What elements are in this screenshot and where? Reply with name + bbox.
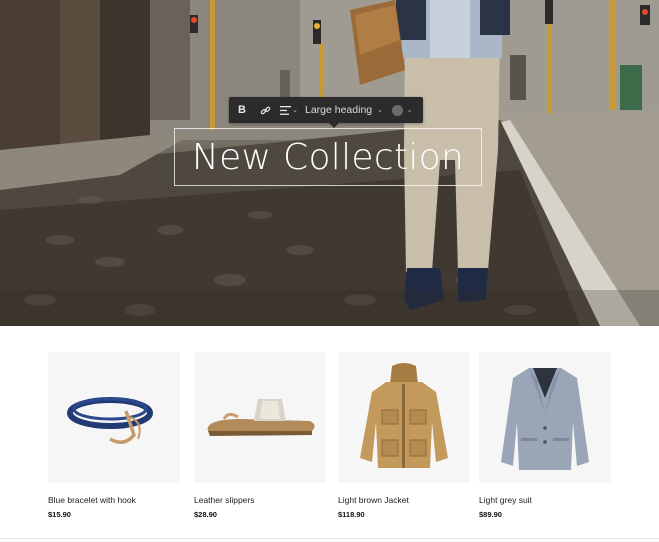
align-dropdown[interactable]: ⌄: [275, 97, 303, 123]
suit-image: [501, 367, 589, 470]
color-swatch-icon: [391, 104, 403, 116]
bold-button[interactable]: B: [229, 97, 255, 123]
product-card[interactable]: Leather slippers $28.90: [194, 352, 326, 519]
align-left-icon: [280, 105, 292, 115]
heading-style-dropdown[interactable]: Large heading ⌄: [303, 97, 385, 123]
slippers-image: [207, 398, 315, 436]
divider: [0, 538, 659, 539]
hero-banner: B ⌄ Large heading ⌄ ⌄ New Collection: [0, 0, 659, 326]
product-card[interactable]: Light brown Jacket $118.90: [338, 352, 470, 519]
product-image[interactable]: [48, 352, 180, 483]
product-card[interactable]: Blue bracelet with hook $15.90: [48, 352, 180, 519]
product-price: $15.90: [48, 510, 71, 519]
link-icon: [260, 106, 270, 114]
link-button[interactable]: [255, 97, 275, 123]
bracelet-image: [67, 396, 153, 444]
hero-heading-editable[interactable]: New Collection: [174, 128, 482, 186]
product-price: $28.90: [194, 510, 217, 519]
product-price: $89.90: [479, 510, 502, 519]
product-image[interactable]: [479, 352, 611, 483]
product-grid: Blue bracelet with hook $15.90 Leather s…: [0, 326, 659, 542]
heading-style-label: Large heading: [304, 104, 373, 116]
chevron-down-icon: ⌄: [406, 107, 413, 114]
text-format-toolbar: B ⌄ Large heading ⌄ ⌄: [229, 97, 423, 128]
color-dropdown[interactable]: ⌄: [385, 97, 419, 123]
hero-heading-text[interactable]: New Collection: [192, 137, 464, 178]
product-card[interactable]: Light grey suit $89.90: [479, 352, 611, 519]
jacket-image: [360, 362, 448, 468]
product-price: $118.90: [338, 510, 365, 519]
product-name[interactable]: Light brown Jacket: [338, 495, 470, 505]
product-name[interactable]: Blue bracelet with hook: [48, 495, 180, 505]
product-name[interactable]: Leather slippers: [194, 495, 326, 505]
product-name[interactable]: Light grey suit: [479, 495, 611, 505]
chevron-down-icon: ⌄: [377, 107, 384, 114]
chevron-down-icon: ⌄: [292, 107, 298, 114]
product-image[interactable]: [338, 352, 470, 483]
product-image[interactable]: [194, 352, 326, 483]
